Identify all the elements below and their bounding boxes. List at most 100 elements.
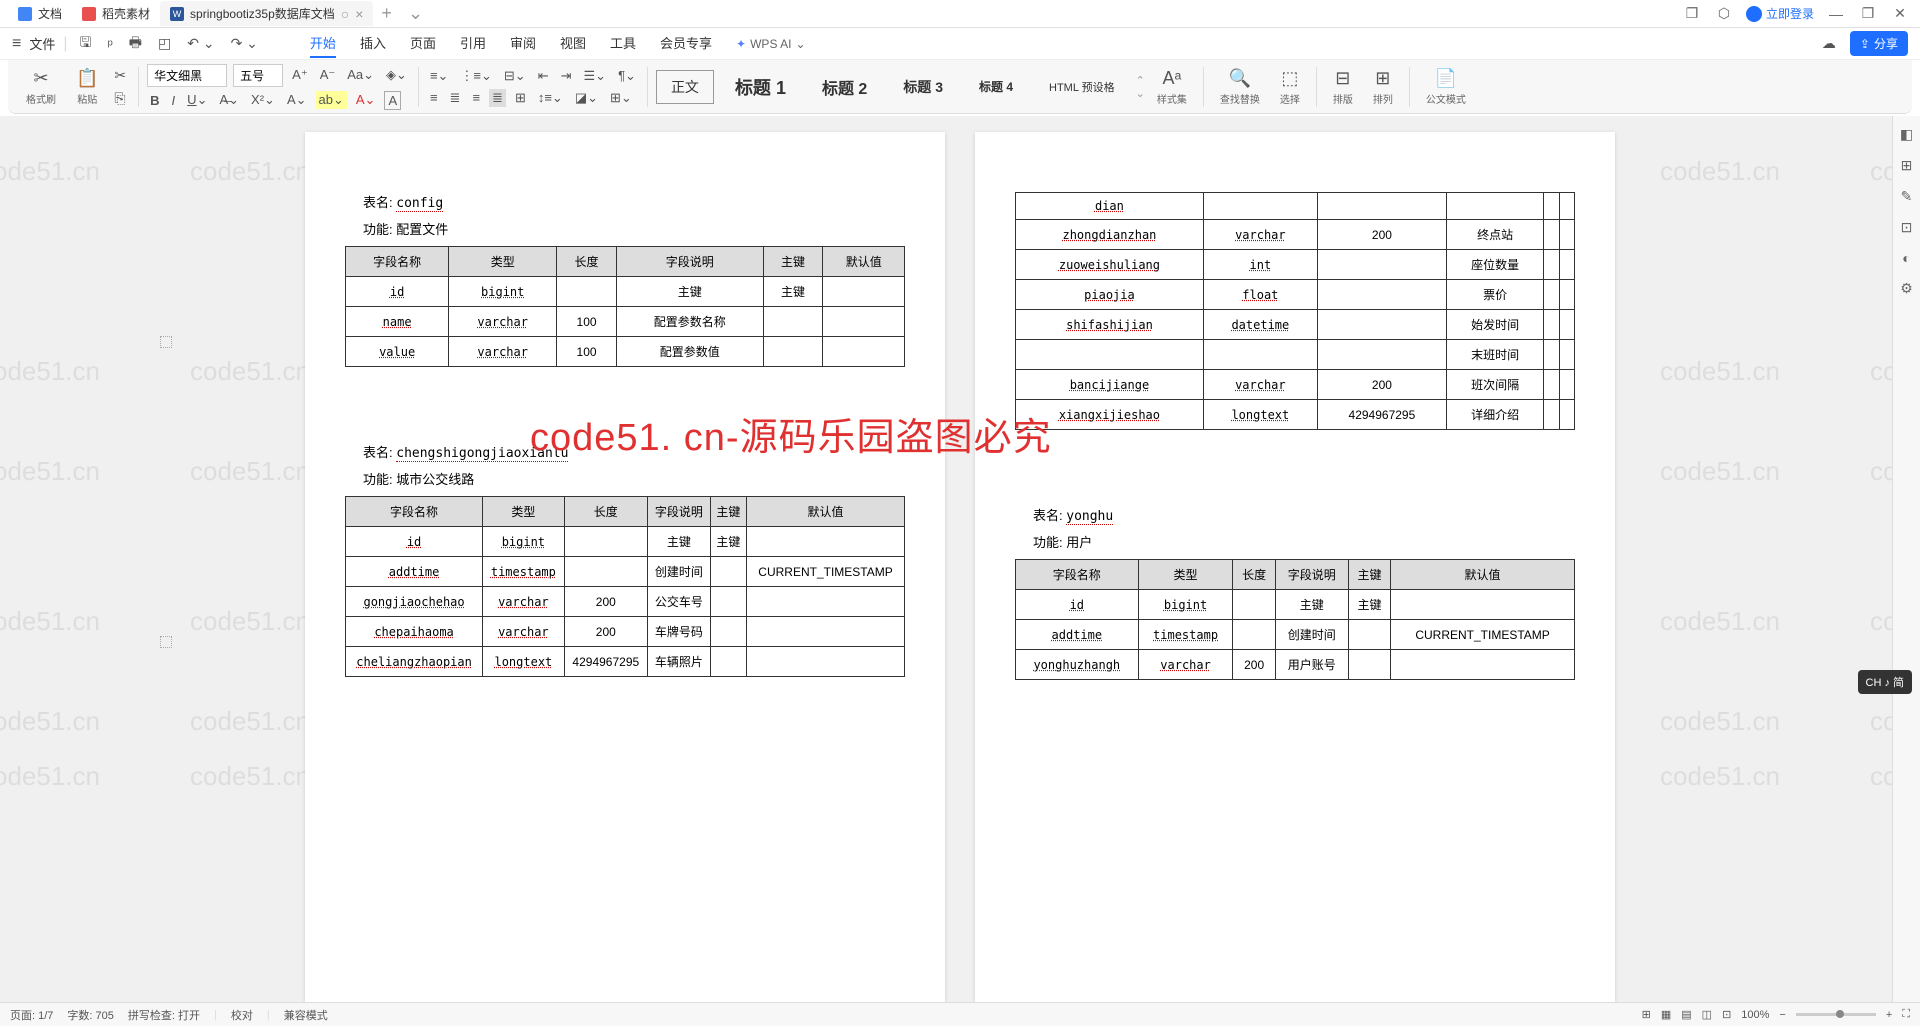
style-html[interactable]: HTML 预设格 — [1034, 72, 1130, 102]
undo-icon[interactable]: ↶ ⌄ — [183, 33, 218, 54]
case-icon[interactable]: Aa⌄ — [344, 66, 377, 84]
style-h2[interactable]: 标题 2 — [807, 68, 882, 106]
view-mode-1-icon[interactable]: ⊞ — [1642, 1008, 1651, 1021]
ime-indicator[interactable]: CH ♪ 简 — [1858, 670, 1913, 694]
italic-icon[interactable]: I — [169, 92, 179, 109]
view-mode-3-icon[interactable]: ▤ — [1681, 1008, 1691, 1021]
gov-mode-button[interactable]: 📄公文模式 — [1418, 66, 1474, 108]
status-words[interactable]: 字数: 705 — [67, 1007, 113, 1023]
menu-page[interactable]: 页面 — [410, 29, 436, 58]
size-selector[interactable]: 五号 — [233, 64, 283, 87]
preview-icon[interactable]: ◰ — [154, 33, 175, 54]
font-selector[interactable]: 华文细黑 — [147, 64, 227, 87]
align-justify-icon[interactable]: ≣ — [489, 89, 506, 107]
style-h4[interactable]: 标题 4 — [964, 71, 1028, 102]
hamburger-icon[interactable]: ≡ — [12, 35, 21, 53]
tab-close-x[interactable]: × — [355, 6, 363, 22]
save-icon[interactable]: 🖫 — [76, 30, 96, 58]
style-body[interactable]: 正文 — [656, 70, 714, 104]
page-1: 表名: config 功能: 配置文件 字段名称类型长度字段说明主键默认值idb… — [305, 132, 945, 1002]
format-painter-button[interactable]: ✂格式刷 — [18, 66, 64, 108]
clear-format-icon[interactable]: ◈⌄ — [383, 66, 410, 84]
bullets-icon[interactable]: ≡⌄ — [427, 67, 451, 85]
distribute-icon[interactable]: ⊞ — [512, 89, 529, 107]
minimize-icon[interactable]: — — [1826, 4, 1846, 24]
decrease-indent-icon[interactable]: ⇤ — [535, 67, 552, 85]
style-h3[interactable]: 标题 3 — [888, 70, 958, 104]
copy-window-icon[interactable]: ❐ — [1682, 4, 1702, 24]
new-tab-button[interactable]: + — [373, 3, 400, 24]
status-page[interactable]: 页面: 1/7 — [10, 1007, 53, 1023]
align-left-icon[interactable]: ≡ — [427, 89, 441, 106]
menu-view[interactable]: 视图 — [560, 29, 586, 58]
menu-ref[interactable]: 引用 — [460, 29, 486, 58]
borders-icon[interactable]: ⊞⌄ — [607, 89, 635, 107]
multilevel-icon[interactable]: ⊟⌄ — [501, 67, 529, 85]
tab-daoke[interactable]: 稻壳素材 — [72, 1, 160, 26]
zoom-in-icon[interactable]: + — [1886, 1009, 1892, 1021]
line-spacing-icon[interactable]: ↕≡⌄ — [535, 89, 566, 107]
find-replace-button[interactable]: 🔍查找替换 — [1212, 66, 1268, 108]
show-marks-icon[interactable]: ¶⌄ — [615, 67, 639, 85]
menu-start[interactable]: 开始 — [310, 29, 336, 58]
menu-vip[interactable]: 会员专享 — [660, 29, 712, 58]
grow-font-icon[interactable]: A⁺ — [289, 66, 311, 84]
ribbon: ✂格式刷 📋粘贴 ✂ ⎘ 华文细黑 五号 A⁺ A⁻ Aa⌄ ◈⌄ B I U⌄… — [8, 60, 1912, 114]
print-icon[interactable]: 🖶 — [125, 30, 146, 58]
page-2: dianzhongdianzhanvarchar200终点站zuoweishul… — [975, 132, 1615, 1002]
login-button[interactable]: 立即登录 — [1746, 5, 1814, 22]
paste-button[interactable]: 📋粘贴 — [68, 66, 106, 108]
shading-icon[interactable]: ◪⌄ — [572, 89, 601, 107]
redo-icon[interactable]: ↷ ⌄ — [227, 33, 262, 54]
strike-icon[interactable]: A̶⌄ — [216, 91, 242, 109]
view-mode-5-icon[interactable]: ⊡ — [1722, 1008, 1731, 1021]
underline-icon[interactable]: U⌄ — [184, 91, 210, 109]
document-canvas[interactable]: code51.cncode51.cncode51.cncode51.cncode… — [0, 116, 1920, 1002]
maximize-icon[interactable]: ❐ — [1858, 4, 1878, 24]
share-button[interactable]: ⇪ 分享 — [1850, 31, 1908, 56]
tab-current-doc[interactable]: Wspringbootiz35p数据库文档○× — [160, 1, 373, 26]
menu-insert[interactable]: 插入 — [360, 29, 386, 58]
view-mode-2-icon[interactable]: ▦ — [1661, 1008, 1671, 1021]
style-h1[interactable]: 标题 1 — [720, 67, 801, 107]
sort-icon[interactable]: ☰⌄ — [581, 67, 610, 85]
zoom-label[interactable]: 100% — [1741, 1009, 1769, 1021]
cube-icon[interactable]: ⬡ — [1714, 4, 1734, 24]
numbering-icon[interactable]: ⋮≡⌄ — [457, 67, 494, 85]
close-window-icon[interactable]: ✕ — [1890, 4, 1910, 24]
close-icon[interactable]: ○ — [341, 6, 349, 22]
highlight-icon[interactable]: ab⌄ — [316, 91, 347, 109]
text-effects-icon[interactable]: A⌄ — [284, 91, 310, 109]
zoom-out-icon[interactable]: − — [1779, 1009, 1785, 1021]
print-preview-icon[interactable]: ᵖ — [103, 34, 116, 54]
status-spell[interactable]: 拼写检查: 打开 — [128, 1007, 200, 1023]
increase-indent-icon[interactable]: ⇥ — [558, 67, 575, 85]
layout-cols-button[interactable]: ⊞排列 — [1365, 66, 1401, 108]
status-compat[interactable]: 兼容模式 — [284, 1007, 328, 1023]
copy-icon[interactable]: ⎘ — [110, 88, 130, 109]
tab-menu-icon[interactable]: ⌄ — [400, 3, 431, 24]
view-mode-4-icon[interactable]: ◫ — [1702, 1008, 1712, 1021]
cut-icon[interactable]: ✂ — [110, 65, 130, 86]
shrink-font-icon[interactable]: A⁻ — [317, 66, 339, 84]
font-color-icon[interactable]: A⌄ — [353, 91, 379, 109]
wps-ai-button[interactable]: ✦WPS AI⌄ — [736, 29, 805, 58]
superscript-icon[interactable]: X²⌄ — [248, 91, 278, 109]
align-center-icon[interactable]: ≣ — [447, 89, 464, 107]
styles-button[interactable]: Aᵃ样式集 — [1149, 66, 1195, 108]
select-button[interactable]: ⬚选择 — [1272, 66, 1308, 108]
avatar-icon — [1746, 6, 1762, 22]
char-border-icon[interactable]: A — [384, 91, 401, 110]
menu-tools[interactable]: 工具 — [610, 29, 636, 58]
cloud-icon[interactable]: ☁ — [1818, 33, 1840, 54]
zoom-slider[interactable] — [1796, 1013, 1876, 1016]
bold-icon[interactable]: B — [147, 92, 162, 109]
align-right-icon[interactable]: ≡ — [469, 89, 483, 106]
fullscreen-icon[interactable]: ⛶ — [1902, 1008, 1910, 1021]
menu-review[interactable]: 审阅 — [510, 29, 536, 58]
tab-documents[interactable]: 文档 — [8, 1, 72, 26]
paragraph-mark-icon — [160, 336, 172, 348]
file-menu[interactable]: 文件 — [29, 34, 55, 53]
layout-rows-button[interactable]: ⊟排版 — [1325, 66, 1361, 108]
status-proof[interactable]: 校对 — [231, 1007, 253, 1023]
